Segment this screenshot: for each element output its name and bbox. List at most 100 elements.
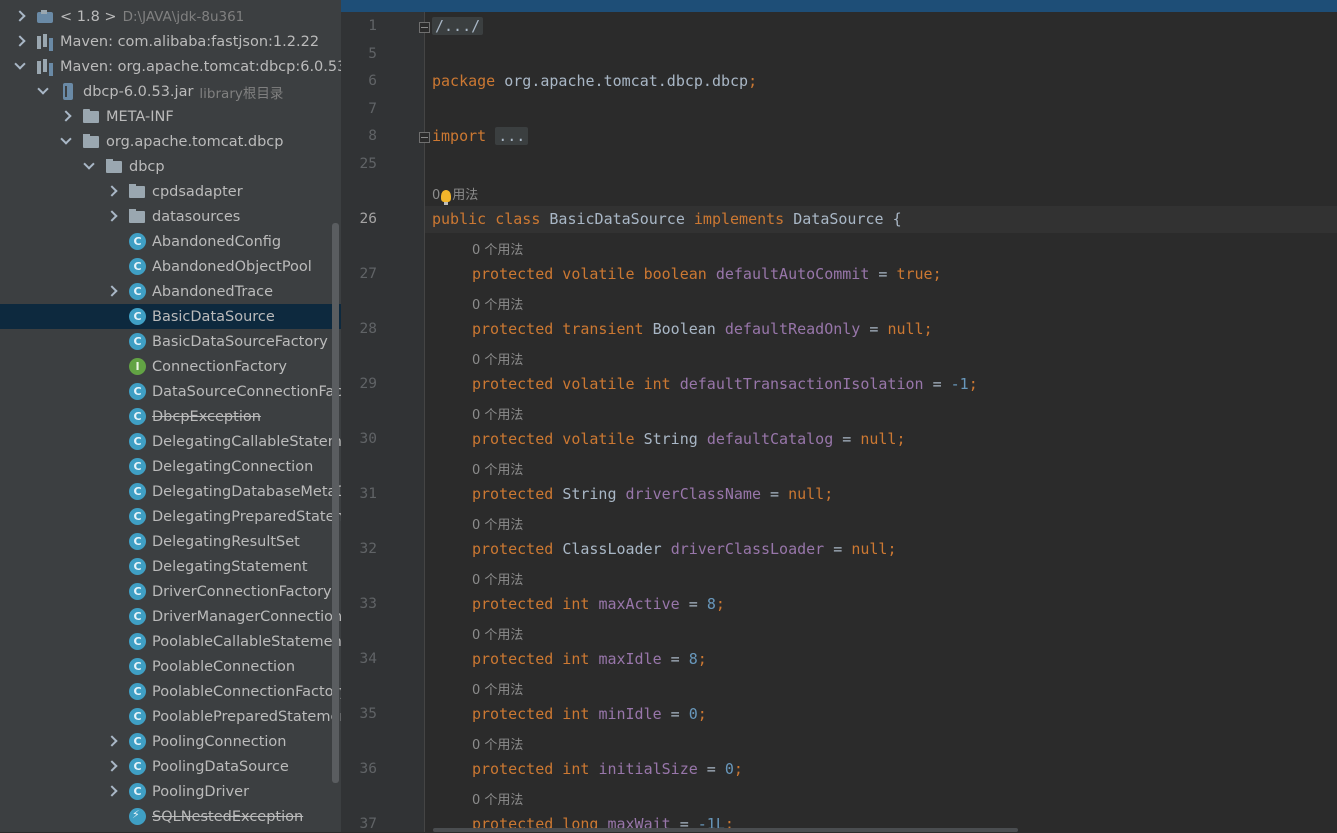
tree-item[interactable]: C DataSourceConnectionFactory [0, 379, 341, 404]
tree-item[interactable]: C PoolablePreparedStatement [0, 704, 341, 729]
class-icon: C [129, 658, 146, 675]
usage-hint[interactable]: 0 个用法 [472, 514, 523, 533]
tree-item[interactable]: dbcp-6.0.53.jar library根目录 [0, 79, 341, 104]
tree-item-label: dbcp-6.0.53.jar [83, 83, 194, 100]
tree-item[interactable]: C DelegatingStatement [0, 554, 341, 579]
tree-item[interactable]: org.apache.tomcat.dbcp [0, 129, 341, 154]
tree-item[interactable]: Maven: org.apache.tomcat:dbcp:6.0.53 [0, 54, 341, 79]
chevron-down-icon[interactable] [83, 154, 95, 179]
tree-item[interactable]: C PoolableConnection [0, 654, 341, 679]
tree-item[interactable]: C PoolableCallableStatement [0, 629, 341, 654]
line-number: 5 [368, 46, 377, 62]
tree-item[interactable]: C PoolingDataSource [0, 754, 341, 779]
usage-hint[interactable]: 0 个用法 [472, 734, 523, 753]
usage-hint[interactable]: 0 个用法 [472, 349, 523, 368]
fold-toggle-icon[interactable] [419, 132, 430, 143]
field-declaration: protected transient Boolean defaultReadO… [472, 320, 933, 338]
tree-item-label: PoolingDataSource [152, 758, 289, 775]
usage-hint[interactable]: 0 个用法 [472, 679, 523, 698]
tree-item[interactable]: C DelegatingPreparedStatement [0, 504, 341, 529]
field-name: defaultAutoCommit [715, 265, 870, 283]
tree-item[interactable]: C DelegatingCallableStatement [0, 429, 341, 454]
tree-item[interactable]: C AbandonedObjectPool [0, 254, 341, 279]
tree-item[interactable]: cpdsadapter [0, 179, 341, 204]
chevron-right-icon[interactable] [106, 729, 118, 754]
tree-item[interactable]: C DelegatingResultSet [0, 529, 341, 554]
class-icon: C [129, 433, 146, 450]
tree-item[interactable]: C AbandonedTrace [0, 279, 341, 304]
horizontal-scrollbar[interactable] [433, 828, 1018, 832]
tree-item[interactable]: C DbcpException [0, 404, 341, 429]
chevron-down-icon[interactable] [37, 79, 49, 104]
code-editor[interactable]: 1 5 6 7 8 25 26 27 28 29 30 31 32 33 34 35 36 37 /.../ pa… [341, 0, 1337, 833]
line-number: 31 [359, 486, 377, 502]
chevron-right-icon[interactable] [106, 204, 118, 229]
tree-item[interactable]: C DelegatingConnection [0, 454, 341, 479]
tree-item-label: PoolableConnectionFactory [152, 683, 341, 700]
tree-item[interactable]: C BasicDataSourceFactory [0, 329, 341, 354]
usage-hint[interactable]: 0 个用法 [472, 569, 523, 588]
chevron-right-icon[interactable] [106, 279, 118, 304]
chevron-down-icon[interactable] [60, 129, 72, 154]
line-number: 32 [359, 541, 377, 557]
field-declaration: protected int maxActive = 8; [472, 595, 725, 613]
class-icon: C [129, 533, 146, 550]
usage-hint[interactable]: 0 个用法 [472, 459, 523, 478]
tree-item-label: DelegatingConnection [152, 458, 314, 475]
collapsed-header-region[interactable]: /.../ [432, 17, 484, 35]
tree-item[interactable]: I ConnectionFactory [0, 354, 341, 379]
tree-item[interactable]: datasources [0, 204, 341, 229]
chevron-right-icon[interactable] [106, 179, 118, 204]
usage-hint[interactable]: 0 个用法 [472, 294, 523, 313]
tree-item[interactable]: C BasicDataSource [0, 304, 341, 329]
tree-scrollbar[interactable] [332, 223, 339, 783]
tree-item[interactable]: C PoolingConnection [0, 729, 341, 754]
tree-item[interactable]: SQLNestedException [0, 804, 341, 829]
folder-icon [83, 108, 100, 125]
import-statement: import ... [432, 127, 529, 145]
field-modifiers: protected int [472, 595, 590, 613]
usage-hint[interactable]: 0 个用法 [472, 624, 523, 643]
chevron-down-icon[interactable] [14, 54, 26, 79]
fold-toggle-icon[interactable] [419, 22, 430, 33]
tree-item[interactable]: C AbandonedConfig [0, 229, 341, 254]
tree-item[interactable]: dbcp [0, 154, 341, 179]
lightbulb-icon[interactable] [441, 189, 452, 205]
field-value: 0 [724, 760, 734, 778]
tree-item[interactable]: C PoolingDriver [0, 779, 341, 804]
chevron-right-icon[interactable] [60, 104, 72, 129]
usage-hint[interactable]: 0 个用法 [472, 404, 523, 423]
class-icon: C [129, 333, 146, 350]
class-usage-hint[interactable]: 0 用法 [432, 184, 478, 205]
chevron-right-icon[interactable] [106, 779, 118, 804]
tree-item[interactable]: < 1.8 > D:\JAVA\jdk-8u361 [0, 4, 341, 29]
collapsed-imports-region[interactable]: ... [495, 127, 529, 145]
public-keyword: public [432, 210, 487, 228]
usage-hint[interactable]: 0 个用法 [472, 789, 523, 808]
class-icon: C [129, 408, 146, 425]
chevron-right-icon[interactable] [14, 29, 26, 54]
tree-item[interactable]: META-INF [0, 104, 341, 129]
tree-item[interactable]: C PoolableConnectionFactory [0, 679, 341, 704]
collapsed-header-comment[interactable]: /.../ [432, 17, 484, 35]
tree-item[interactable]: C DriverManagerConnectionFactory [0, 604, 341, 629]
tree-item[interactable]: Maven: com.alibaba:fastjson:1.2.22 [0, 29, 341, 54]
tree-item-label: PoolablePreparedStatement [152, 708, 341, 725]
chevron-right-icon[interactable] [14, 4, 26, 29]
field-name: maxActive [598, 595, 680, 613]
class-icon: C [129, 483, 146, 500]
field-type: Boolean [652, 320, 716, 338]
tree-item-label: PoolableCallableStatement [152, 633, 341, 650]
field-declaration: protected int maxIdle = 8; [472, 650, 707, 668]
line-number: 25 [359, 156, 377, 172]
chevron-right-icon[interactable] [106, 754, 118, 779]
tree-item[interactable]: C DelegatingDatabaseMetaData [0, 479, 341, 504]
usage-hint[interactable]: 0 个用法 [472, 239, 523, 258]
tree-item-label: DriverConnectionFactory [152, 583, 332, 600]
field-value: null [851, 540, 888, 558]
tree-item[interactable]: C DriverConnectionFactory [0, 579, 341, 604]
